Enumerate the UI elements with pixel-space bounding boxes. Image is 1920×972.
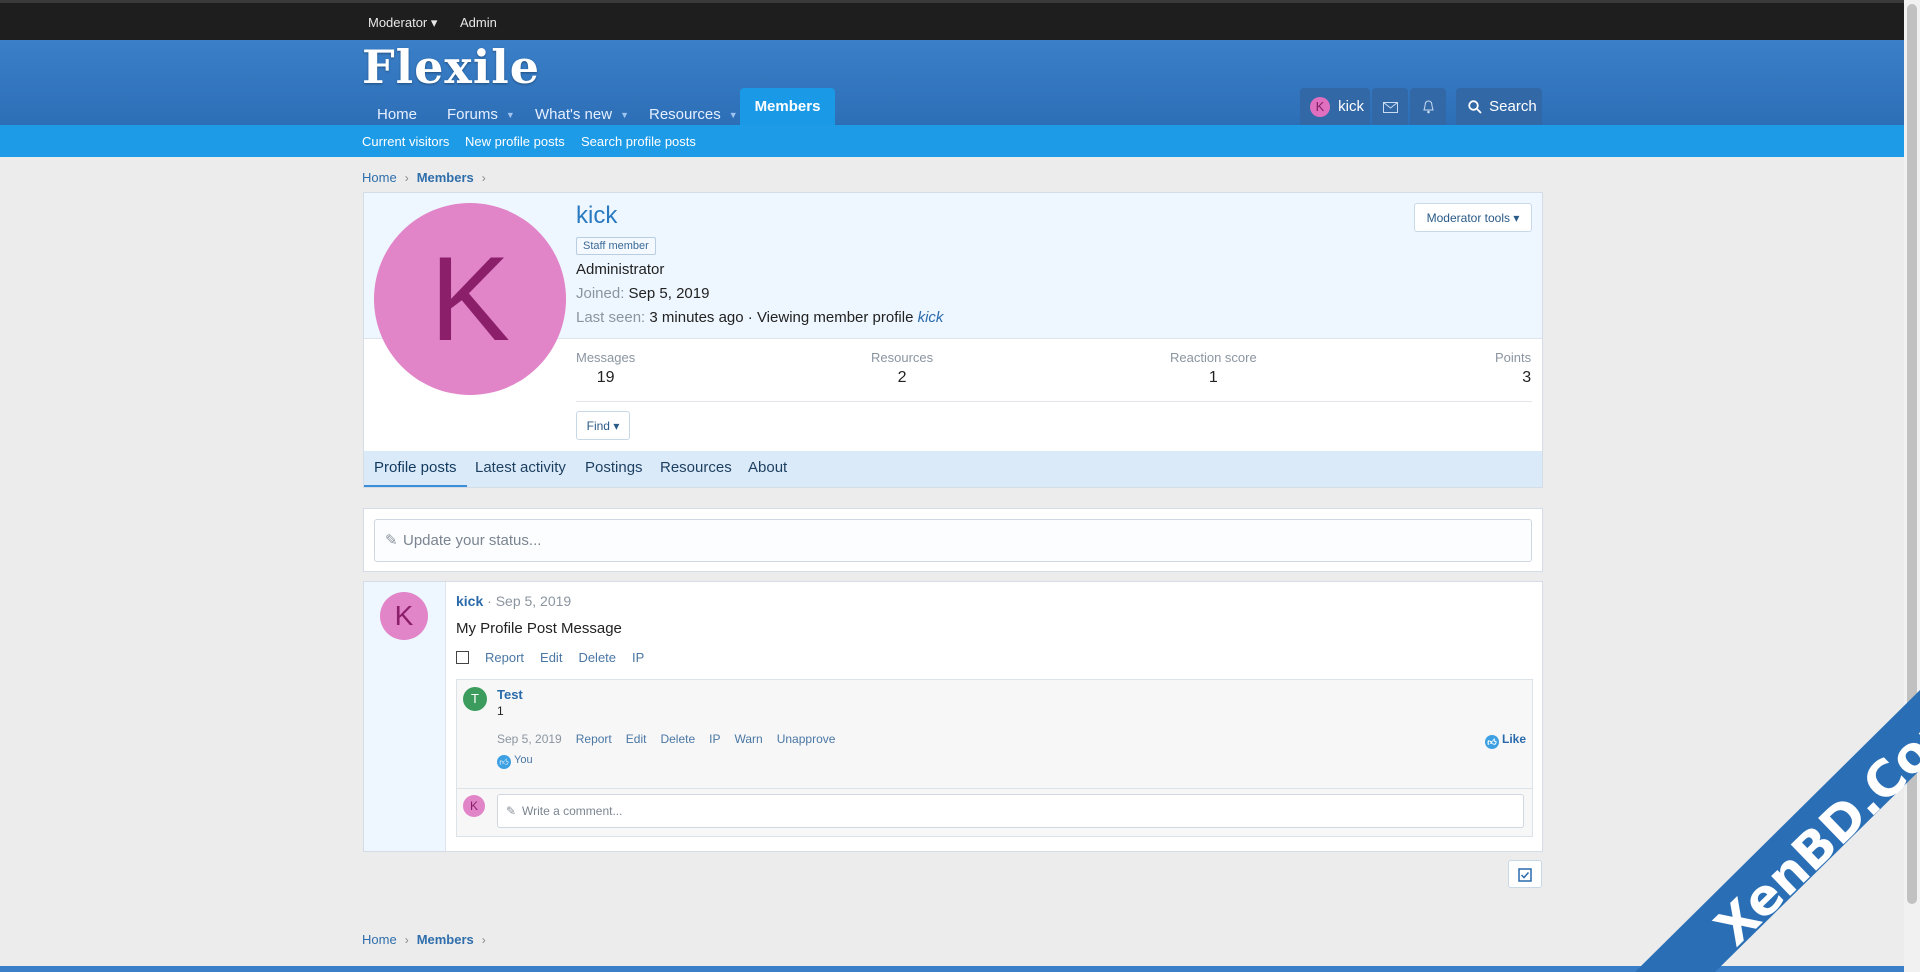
- avatar[interactable]: T: [463, 687, 487, 711]
- scrollbar-thumb[interactable]: [1907, 4, 1917, 904]
- comment-author[interactable]: Test: [497, 687, 523, 702]
- stat-messages[interactable]: Messages 19: [576, 350, 635, 387]
- delete-link[interactable]: Delete: [660, 732, 695, 746]
- check-square-icon: [1518, 867, 1532, 882]
- member-header: kick Staff member Administrator Joined: …: [363, 192, 1543, 488]
- profile-post: K kick · Sep 5, 2019 My Profile Post Mes…: [363, 581, 1543, 852]
- tab-profile-posts[interactable]: Profile posts: [364, 451, 467, 487]
- comment-text: 1: [497, 704, 504, 718]
- select-checkbox[interactable]: [456, 651, 469, 664]
- current-visitors-link[interactable]: Current visitors: [362, 134, 449, 149]
- breadcrumb-home[interactable]: Home: [362, 170, 397, 185]
- nav-members[interactable]: Members: [740, 88, 835, 125]
- breadcrumb: Home › Members ›: [362, 932, 494, 947]
- post-date[interactable]: · Sep 5, 2019: [483, 593, 571, 609]
- post-author[interactable]: kick: [456, 593, 483, 609]
- bell-icon: [1422, 100, 1434, 114]
- search-icon: [1468, 100, 1482, 114]
- status-input[interactable]: ✎ Update your status...: [374, 519, 1532, 562]
- scrollbar[interactable]: [1904, 0, 1920, 972]
- post-header: kick · Sep 5, 2019: [456, 593, 571, 609]
- tab-resources[interactable]: Resources: [660, 451, 732, 487]
- tab-about[interactable]: About: [748, 451, 787, 487]
- comment-actions: Sep 5, 2019 Report Edit Delete IP Warn Unappro…: [497, 732, 849, 746]
- delete-link[interactable]: Delete: [578, 650, 616, 665]
- member-joined: Joined: Sep 5, 2019: [576, 285, 710, 302]
- account-username: kick: [1338, 98, 1365, 115]
- chevron-right-icon: ›: [404, 933, 409, 947]
- profile-tabs: Profile posts Latest activity Postings R…: [364, 451, 1542, 487]
- search-button[interactable]: Search: [1456, 88, 1542, 125]
- site-logo[interactable]: Flexile: [362, 40, 540, 94]
- stat-points[interactable]: Points 3: [1495, 350, 1531, 387]
- tab-latest-activity[interactable]: Latest activity: [475, 451, 566, 487]
- thumbs-up-icon: 👍︎: [497, 755, 511, 769]
- report-link[interactable]: Report: [576, 732, 612, 746]
- select-toggle-button[interactable]: [1508, 860, 1542, 888]
- comment-input[interactable]: ✎ Write a comment...: [497, 794, 1524, 828]
- member-role: Administrator: [576, 261, 665, 278]
- status-update-block: ✎ Update your status...: [363, 508, 1543, 572]
- edit-link[interactable]: Edit: [540, 650, 562, 665]
- watermark-ribbon: XenBD.Com: [1635, 690, 1920, 972]
- moderator-tools-button[interactable]: Moderator tools ▾: [1414, 203, 1532, 232]
- pencil-icon: ✎: [506, 804, 517, 818]
- member-name[interactable]: kick: [576, 202, 617, 230]
- ip-link[interactable]: IP: [709, 732, 720, 746]
- account-menu[interactable]: K kick: [1300, 88, 1370, 125]
- post-actions: Report Edit Delete IP: [456, 650, 660, 665]
- staff-bar: Moderator ▾ Admin: [0, 0, 1904, 40]
- sub-navigation: Current visitors New profile posts Searc…: [0, 125, 1904, 157]
- chevron-right-icon: ›: [404, 171, 409, 185]
- stat-reaction-score[interactable]: Reaction score 1: [1170, 350, 1257, 387]
- ip-link[interactable]: IP: [632, 650, 644, 665]
- breadcrumb: Home › Members ›: [362, 170, 494, 185]
- breadcrumb-members[interactable]: Members: [417, 170, 474, 185]
- pencil-icon: ✎: [385, 532, 398, 549]
- chevron-right-icon: ›: [481, 171, 486, 185]
- watermark: XenBD.Com: [1610, 690, 1920, 972]
- footer-strip: [0, 966, 1904, 972]
- comment: T Test 1 Sep 5, 2019 Report Edit Delete IP Wa…: [456, 679, 1533, 789]
- edit-link[interactable]: Edit: [626, 732, 647, 746]
- chevron-right-icon: ›: [481, 933, 486, 947]
- avatar[interactable]: K: [463, 795, 485, 817]
- search-profile-posts-link[interactable]: Search profile posts: [581, 134, 696, 149]
- find-button[interactable]: Find ▾: [576, 411, 630, 440]
- post-message: My Profile Post Message: [456, 620, 622, 637]
- reactions-bar[interactable]: 👍︎ You: [497, 754, 533, 769]
- tab-postings[interactable]: Postings: [585, 451, 643, 487]
- staff-badge: Staff member: [576, 237, 656, 255]
- site-header: Flexile Home Forums ▼ What's new ▼ Resourc…: [0, 40, 1904, 125]
- moderator-menu[interactable]: Moderator ▾: [368, 15, 437, 31]
- thumbs-up-icon: 👍︎: [1484, 735, 1499, 749]
- report-link[interactable]: Report: [485, 650, 524, 665]
- stat-resources[interactable]: Resources 2: [871, 350, 933, 387]
- watermark-text: XenBD.Com: [1704, 690, 1920, 957]
- comment-reply-box: K ✎ Write a comment...: [456, 789, 1533, 837]
- member-last-seen: Last seen: 3 minutes ago · Viewing membe…: [576, 309, 944, 326]
- post-avatar-column: K: [364, 582, 446, 851]
- comment-date[interactable]: Sep 5, 2019: [497, 732, 562, 746]
- breadcrumb-members[interactable]: Members: [417, 932, 474, 947]
- breadcrumb-home[interactable]: Home: [362, 932, 397, 947]
- divider: [576, 401, 1532, 402]
- unapprove-link[interactable]: Unapprove: [777, 732, 836, 746]
- alerts-button[interactable]: [1410, 88, 1446, 125]
- admin-link[interactable]: Admin: [460, 15, 497, 30]
- envelope-icon: [1382, 101, 1398, 113]
- avatar: K: [1310, 97, 1330, 118]
- like-button[interactable]: 👍︎ Like: [1484, 732, 1526, 749]
- warn-link[interactable]: Warn: [734, 732, 762, 746]
- avatar[interactable]: K: [374, 203, 566, 395]
- inbox-button[interactable]: [1372, 88, 1408, 125]
- new-profile-posts-link[interactable]: New profile posts: [465, 134, 565, 149]
- avatar[interactable]: K: [380, 592, 428, 640]
